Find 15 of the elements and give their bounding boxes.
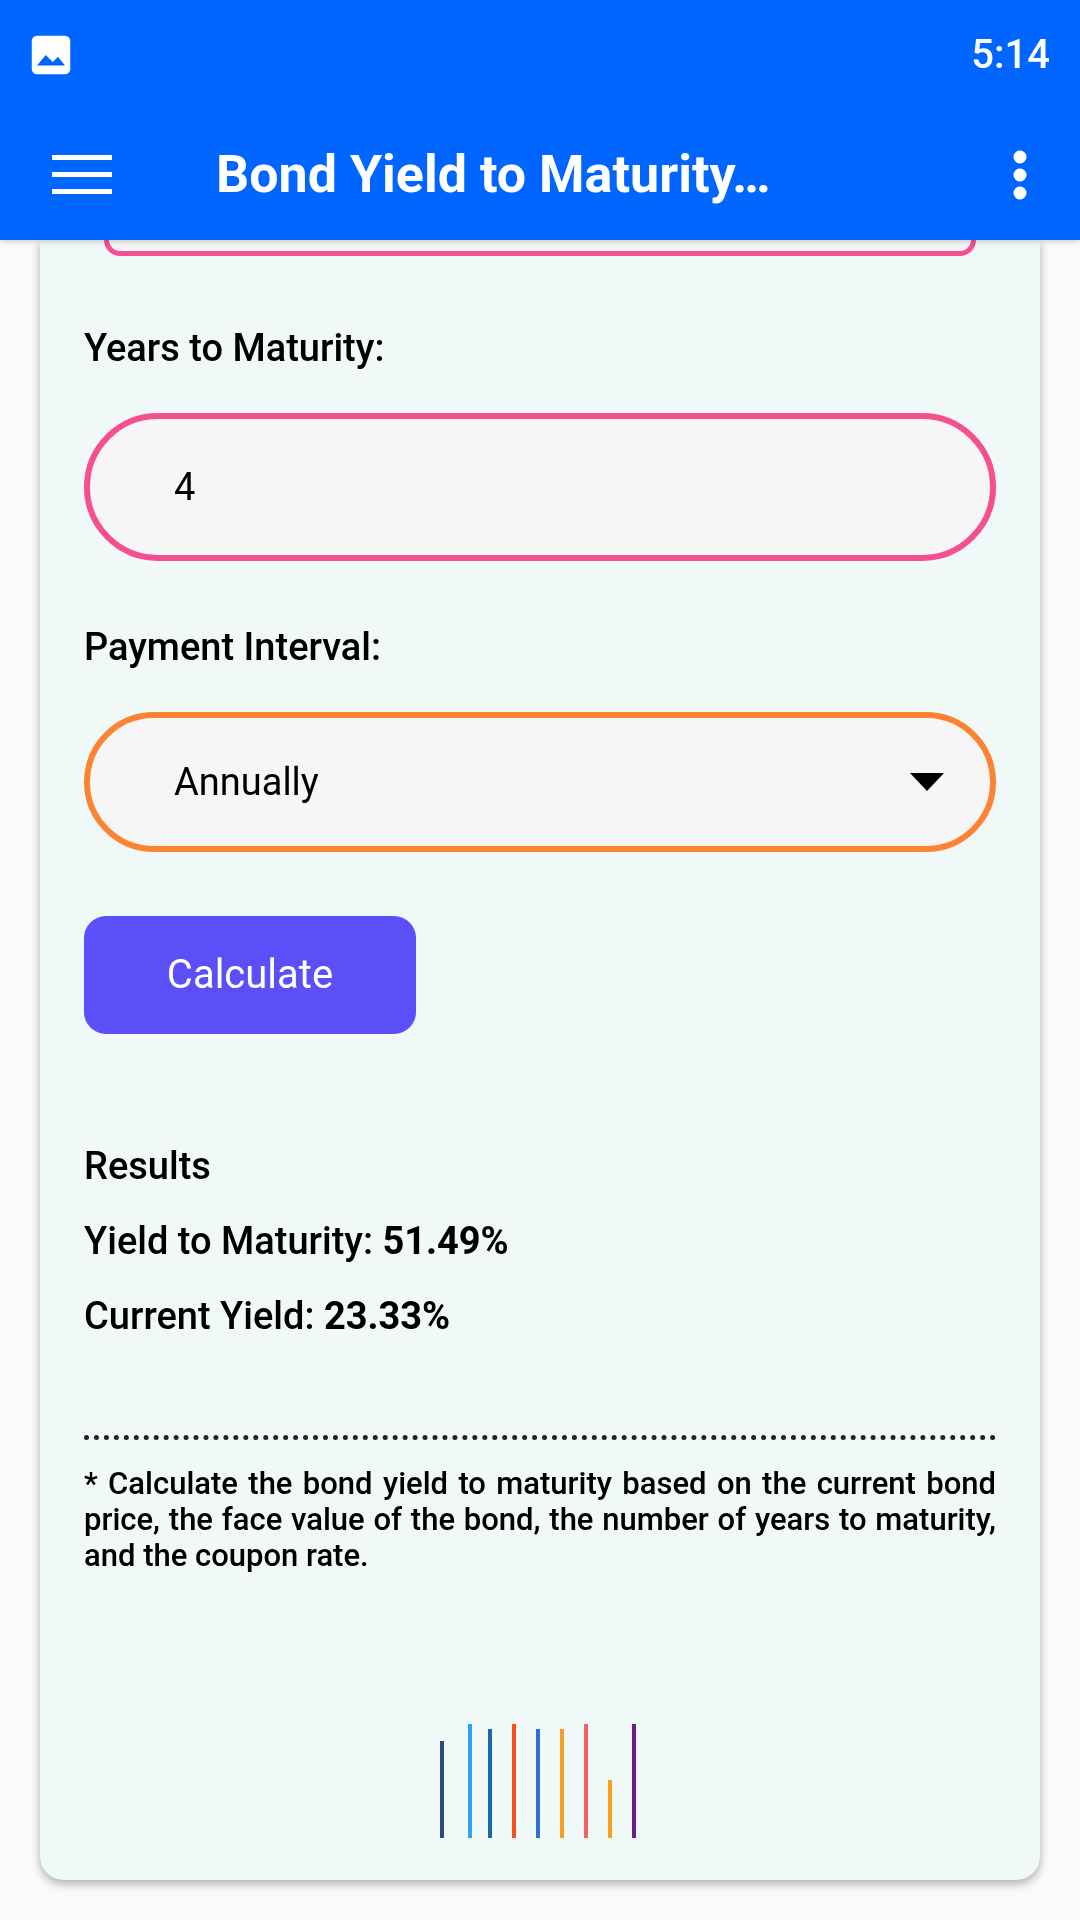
dropdown-caret-icon — [910, 773, 944, 791]
image-icon — [30, 34, 72, 76]
calculate-button[interactable]: Calculate — [84, 916, 416, 1034]
interval-dropdown[interactable]: Annually — [84, 712, 996, 852]
field-label: Payment Interval: — [84, 624, 383, 671]
menu-icon[interactable] — [52, 153, 112, 197]
status-time: 5:14 — [971, 30, 1050, 80]
results-heading: Results — [84, 1143, 212, 1190]
result-line: Yield to Maturity: 51.49% — [84, 1218, 510, 1265]
app-title: Bond Yield to Maturity… — [216, 143, 771, 207]
footnote-text: * Calculate the bond yield to maturity based on the current bond price, the face value of the bond, the number of years to maturity, and the coupon rate. — [84, 1466, 996, 1574]
years-input-field[interactable]: 4 — [84, 413, 996, 561]
field-label: Years to Maturity: — [84, 325, 386, 372]
result-line: Current Yield: 23.33% — [84, 1293, 452, 1340]
more-options-icon[interactable] — [1012, 150, 1028, 200]
